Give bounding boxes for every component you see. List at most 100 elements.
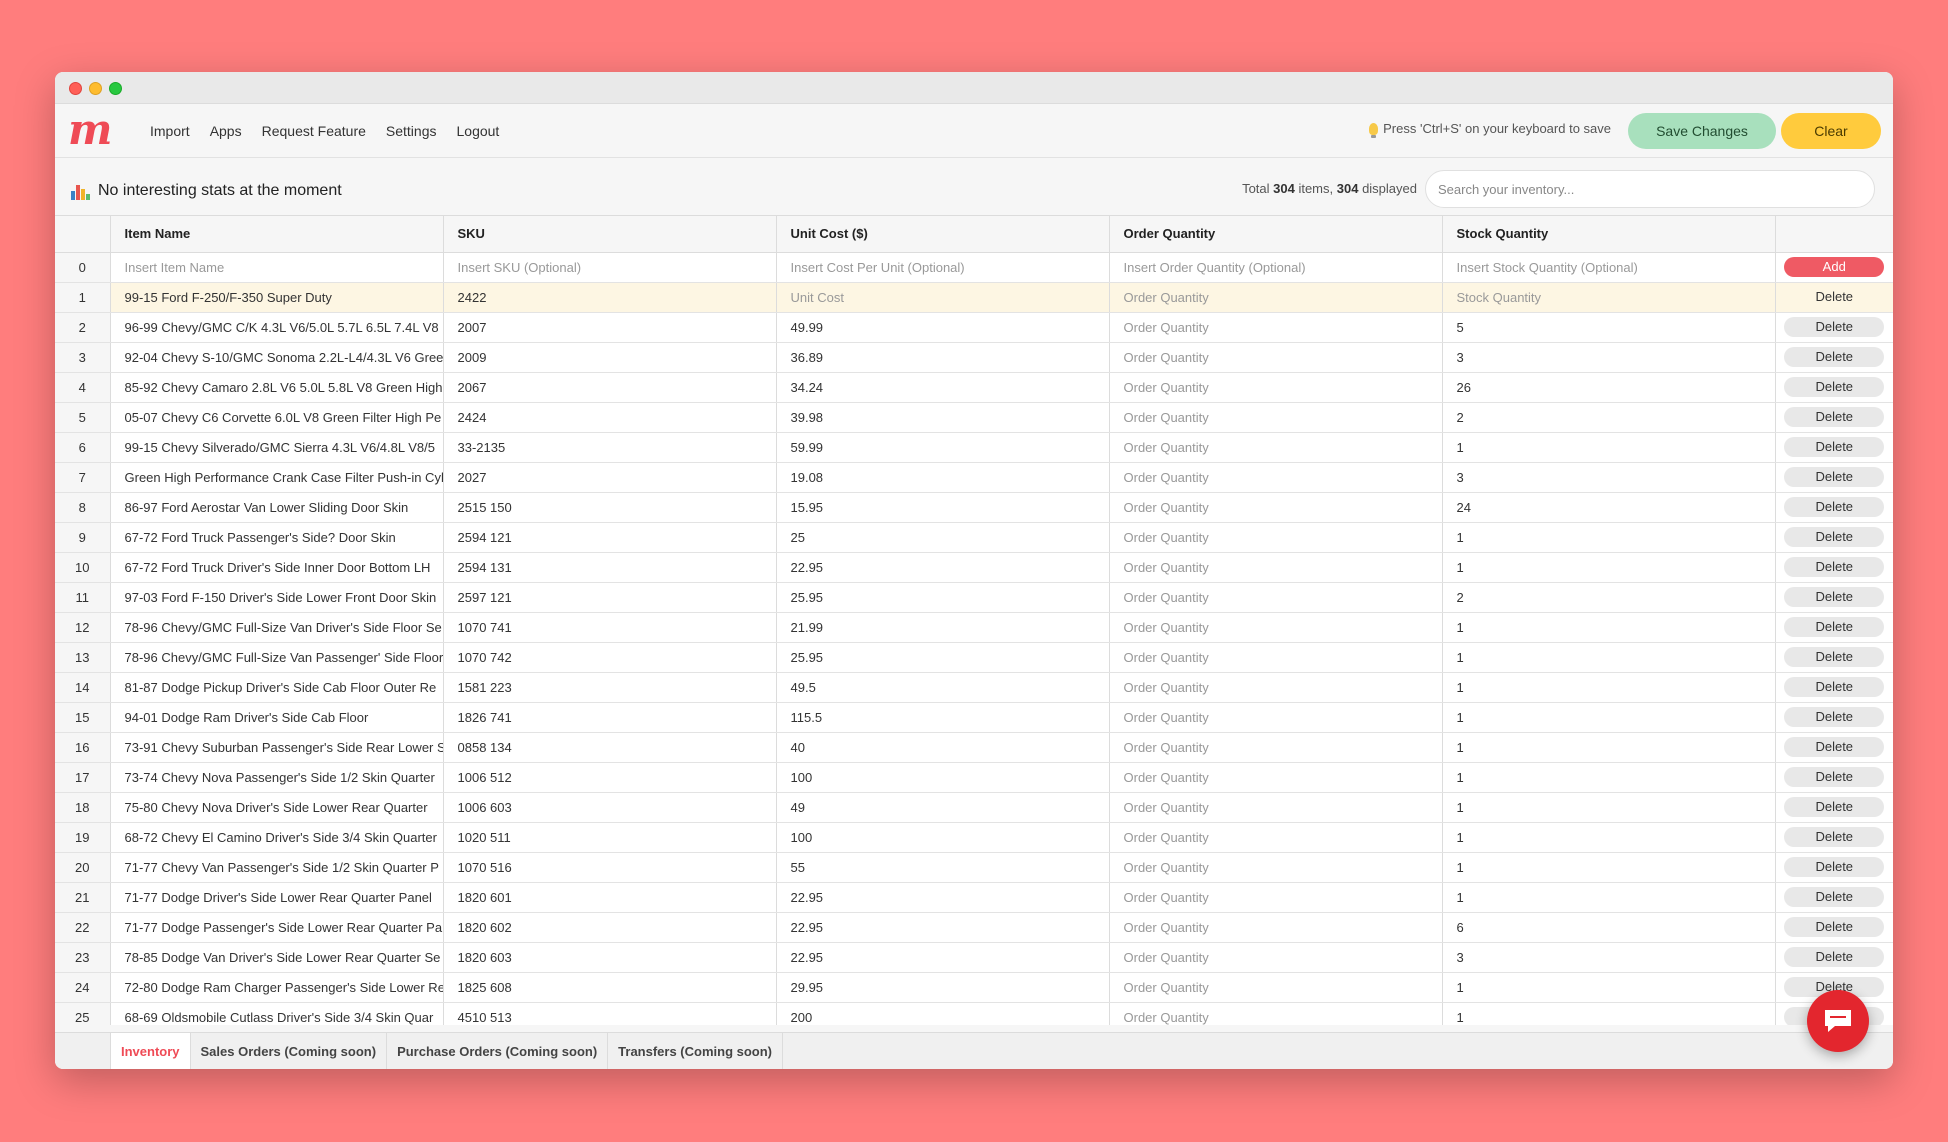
- table-row[interactable]: 20 71-77 Chevy Van Passenger's Side 1/2 S…: [55, 852, 1893, 883]
- order-quantity-cell[interactable]: Order Quantity: [1109, 492, 1443, 523]
- table-row[interactable]: 8 86-97 Ford Aerostar Van Lower Sliding D…: [55, 492, 1893, 523]
- order-quantity-cell[interactable]: Order Quantity: [1109, 972, 1443, 1003]
- order-quantity-cell[interactable]: Order Quantity: [1109, 342, 1443, 373]
- item-name-cell[interactable]: 71-77 Chevy Van Passenger's Side 1/2 Ski…: [110, 852, 444, 883]
- nav-import[interactable]: Import: [150, 123, 190, 139]
- order-quantity-cell[interactable]: Order Quantity: [1109, 672, 1443, 703]
- delete-row-button[interactable]: Delete: [1784, 707, 1885, 727]
- unit-cost-cell[interactable]: 39.98: [776, 402, 1110, 433]
- item-name-cell[interactable]: 67-72 Ford Truck Driver's Side Inner Doo…: [110, 552, 444, 583]
- item-name-cell[interactable]: 72-80 Dodge Ram Charger Passenger's Side…: [110, 972, 444, 1003]
- inventory-search-input[interactable]: [1425, 170, 1875, 208]
- table-row[interactable]: 11 97-03 Ford F-150 Driver's Side Lower F…: [55, 582, 1893, 613]
- order-quantity-cell[interactable]: Order Quantity: [1109, 582, 1443, 613]
- table-row[interactable]: 19 68-72 Chevy El Camino Driver's Side 3/…: [55, 822, 1893, 853]
- item-name-cell[interactable]: 78-96 Chevy/GMC Full-Size Van Passenger'…: [110, 642, 444, 673]
- item-name-cell[interactable]: 73-91 Chevy Suburban Passenger's Side Re…: [110, 732, 444, 763]
- delete-row-button[interactable]: Delete: [1784, 287, 1884, 307]
- tab-inventory[interactable]: Inventory: [110, 1033, 190, 1069]
- unit-cost-cell[interactable]: 25.95: [776, 582, 1110, 613]
- sku-cell[interactable]: 1070 741: [443, 612, 777, 643]
- nav-apps[interactable]: Apps: [210, 123, 242, 139]
- clear-button[interactable]: Clear: [1781, 113, 1881, 149]
- new-item-sku-input[interactable]: Insert SKU (Optional): [443, 252, 777, 283]
- item-name-cell[interactable]: 68-69 Oldsmobile Cutlass Driver's Side 3…: [110, 1002, 444, 1025]
- delete-row-button[interactable]: Delete: [1784, 377, 1885, 397]
- table-row[interactable]: 9 67-72 Ford Truck Passenger's Side? Door…: [55, 522, 1893, 553]
- table-row[interactable]: 7 Green High Performance Crank Case Filte…: [55, 462, 1893, 493]
- item-name-cell[interactable]: 96-99 Chevy/GMC C/K 4.3L V6/5.0L 5.7L 6.…: [110, 312, 444, 343]
- save-changes-button[interactable]: Save Changes: [1628, 113, 1776, 149]
- order-quantity-cell[interactable]: Order Quantity: [1109, 1002, 1443, 1025]
- item-name-cell[interactable]: 92-04 Chevy S-10/GMC Sonoma 2.2L-L4/4.3L…: [110, 342, 444, 373]
- sku-cell[interactable]: 33-2135: [443, 432, 777, 463]
- table-row[interactable]: 1 99-15 Ford F-250/F-350 Super Duty 2422 Un…: [55, 282, 1893, 313]
- table-row[interactable]: 5 05-07 Chevy C6 Corvette 6.0L V8 Green F…: [55, 402, 1893, 433]
- nav-logout[interactable]: Logout: [457, 123, 500, 139]
- table-row[interactable]: 14 81-87 Dodge Pickup Driver's Side Cab F…: [55, 672, 1893, 703]
- stock-quantity-cell[interactable]: 1: [1442, 1002, 1776, 1025]
- sku-cell[interactable]: 0858 134: [443, 732, 777, 763]
- column-header-stock-quantity[interactable]: Stock Quantity: [1442, 216, 1776, 253]
- tab-sales-orders[interactable]: Sales Orders (Coming soon): [189, 1033, 387, 1069]
- column-header-unit-cost[interactable]: Unit Cost ($): [776, 216, 1110, 253]
- minimize-window-button[interactable]: [89, 82, 102, 95]
- sku-cell[interactable]: 1070 516: [443, 852, 777, 883]
- tab-purchase-orders[interactable]: Purchase Orders (Coming soon): [386, 1033, 607, 1069]
- unit-cost-cell[interactable]: 22.95: [776, 882, 1110, 913]
- unit-cost-cell[interactable]: 34.24: [776, 372, 1110, 403]
- unit-cost-cell[interactable]: 100: [776, 822, 1110, 853]
- stock-quantity-cell[interactable]: 26: [1442, 372, 1776, 403]
- sku-cell[interactable]: 2067: [443, 372, 777, 403]
- unit-cost-cell[interactable]: 29.95: [776, 972, 1110, 1003]
- unit-cost-cell[interactable]: 36.89: [776, 342, 1110, 373]
- delete-row-button[interactable]: Delete: [1784, 467, 1885, 487]
- unit-cost-cell[interactable]: 49.5: [776, 672, 1110, 703]
- sku-cell[interactable]: 2422: [443, 282, 777, 313]
- order-quantity-cell[interactable]: Order Quantity: [1109, 522, 1443, 553]
- table-row[interactable]: 17 73-74 Chevy Nova Passenger's Side 1/2 …: [55, 762, 1893, 793]
- delete-row-button[interactable]: Delete: [1784, 527, 1885, 547]
- delete-row-button[interactable]: Delete: [1784, 347, 1885, 367]
- sku-cell[interactable]: 1581 223: [443, 672, 777, 703]
- stock-quantity-cell[interactable]: 6: [1442, 912, 1776, 943]
- stock-quantity-cell[interactable]: 5: [1442, 312, 1776, 343]
- item-name-cell[interactable]: 78-96 Chevy/GMC Full-Size Van Driver's S…: [110, 612, 444, 643]
- item-name-cell[interactable]: 99-15 Ford F-250/F-350 Super Duty: [110, 282, 444, 313]
- sku-cell[interactable]: 2009: [443, 342, 777, 373]
- order-quantity-cell[interactable]: Order Quantity: [1109, 792, 1443, 823]
- order-quantity-cell[interactable]: Order Quantity: [1109, 372, 1443, 403]
- table-row[interactable]: 16 73-91 Chevy Suburban Passenger's Side …: [55, 732, 1893, 763]
- delete-row-button[interactable]: Delete: [1784, 737, 1885, 757]
- stock-quantity-cell[interactable]: 1: [1442, 732, 1776, 763]
- sku-cell[interactable]: 2594 121: [443, 522, 777, 553]
- stock-quantity-cell[interactable]: 3: [1442, 942, 1776, 973]
- nav-request-feature[interactable]: Request Feature: [262, 123, 366, 139]
- item-name-cell[interactable]: Green High Performance Crank Case Filter…: [110, 462, 444, 493]
- stock-quantity-cell[interactable]: 2: [1442, 402, 1776, 433]
- unit-cost-cell[interactable]: 100: [776, 762, 1110, 793]
- column-header-sku[interactable]: SKU: [443, 216, 777, 253]
- order-quantity-cell[interactable]: Order Quantity: [1109, 462, 1443, 493]
- new-item-order-input[interactable]: Insert Order Quantity (Optional): [1109, 252, 1443, 283]
- stock-quantity-cell[interactable]: 1: [1442, 552, 1776, 583]
- order-quantity-cell[interactable]: Order Quantity: [1109, 852, 1443, 883]
- unit-cost-cell[interactable]: 25: [776, 522, 1110, 553]
- table-row[interactable]: 4 85-92 Chevy Camaro 2.8L V6 5.0L 5.8L V8…: [55, 372, 1893, 403]
- sku-cell[interactable]: 2594 131: [443, 552, 777, 583]
- table-row[interactable]: 24 72-80 Dodge Ram Charger Passenger's Si…: [55, 972, 1893, 1003]
- stock-quantity-cell[interactable]: 1: [1442, 792, 1776, 823]
- column-header-order-quantity[interactable]: Order Quantity: [1109, 216, 1443, 253]
- tab-transfers[interactable]: Transfers (Coming soon): [607, 1033, 784, 1069]
- table-row[interactable]: 18 75-80 Chevy Nova Driver's Side Lower R…: [55, 792, 1893, 823]
- order-quantity-cell[interactable]: Order Quantity: [1109, 402, 1443, 433]
- delete-row-button[interactable]: Delete: [1784, 617, 1885, 637]
- sku-cell[interactable]: 1826 741: [443, 702, 777, 733]
- item-name-cell[interactable]: 85-92 Chevy Camaro 2.8L V6 5.0L 5.8L V8 …: [110, 372, 444, 403]
- unit-cost-cell[interactable]: 25.95: [776, 642, 1110, 673]
- unit-cost-cell[interactable]: 19.08: [776, 462, 1110, 493]
- unit-cost-cell[interactable]: 22.95: [776, 912, 1110, 943]
- item-name-cell[interactable]: 78-85 Dodge Van Driver's Side Lower Rear…: [110, 942, 444, 973]
- stock-quantity-cell[interactable]: 1: [1442, 672, 1776, 703]
- order-quantity-cell[interactable]: Order Quantity: [1109, 912, 1443, 943]
